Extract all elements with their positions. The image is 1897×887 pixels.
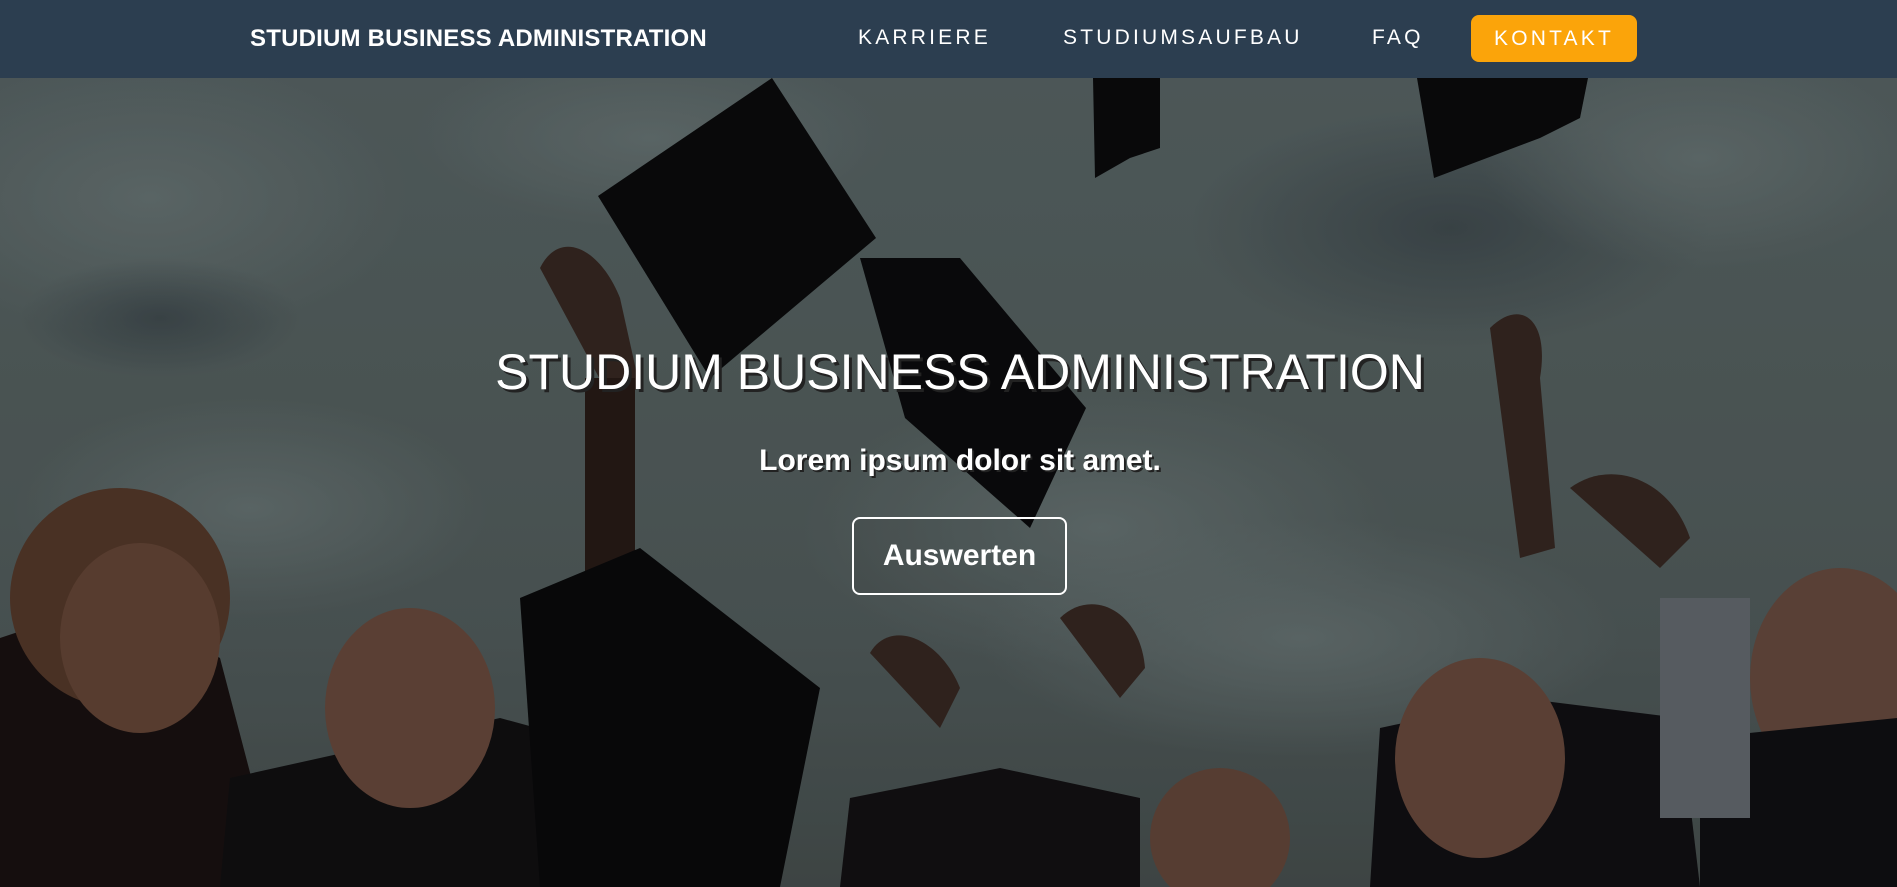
nav-link-karriere[interactable]: KARRIERE (858, 26, 991, 50)
hero-subtitle: Lorem ipsum dolor sit amet. (759, 444, 1161, 477)
nav-link-studiumsaufbau[interactable]: STUDIUMSAUFBAU (1063, 26, 1303, 50)
brand-logo-text[interactable]: STUDIUM BUSINESS ADMINISTRATION (250, 25, 707, 53)
auswerten-button[interactable]: Auswerten (852, 517, 1067, 595)
kontakt-button[interactable]: KONTAKT (1471, 15, 1637, 62)
hero-background-image (0, 78, 1897, 887)
navbar: STUDIUM BUSINESS ADMINISTRATION KARRIERE… (0, 0, 1897, 78)
nav-link-faq[interactable]: FAQ (1372, 26, 1424, 50)
hero-title: STUDIUM BUSINESS ADMINISTRATION (495, 344, 1425, 400)
hero-section: STUDIUM BUSINESS ADMINISTRATION Lorem ip… (0, 78, 1897, 887)
